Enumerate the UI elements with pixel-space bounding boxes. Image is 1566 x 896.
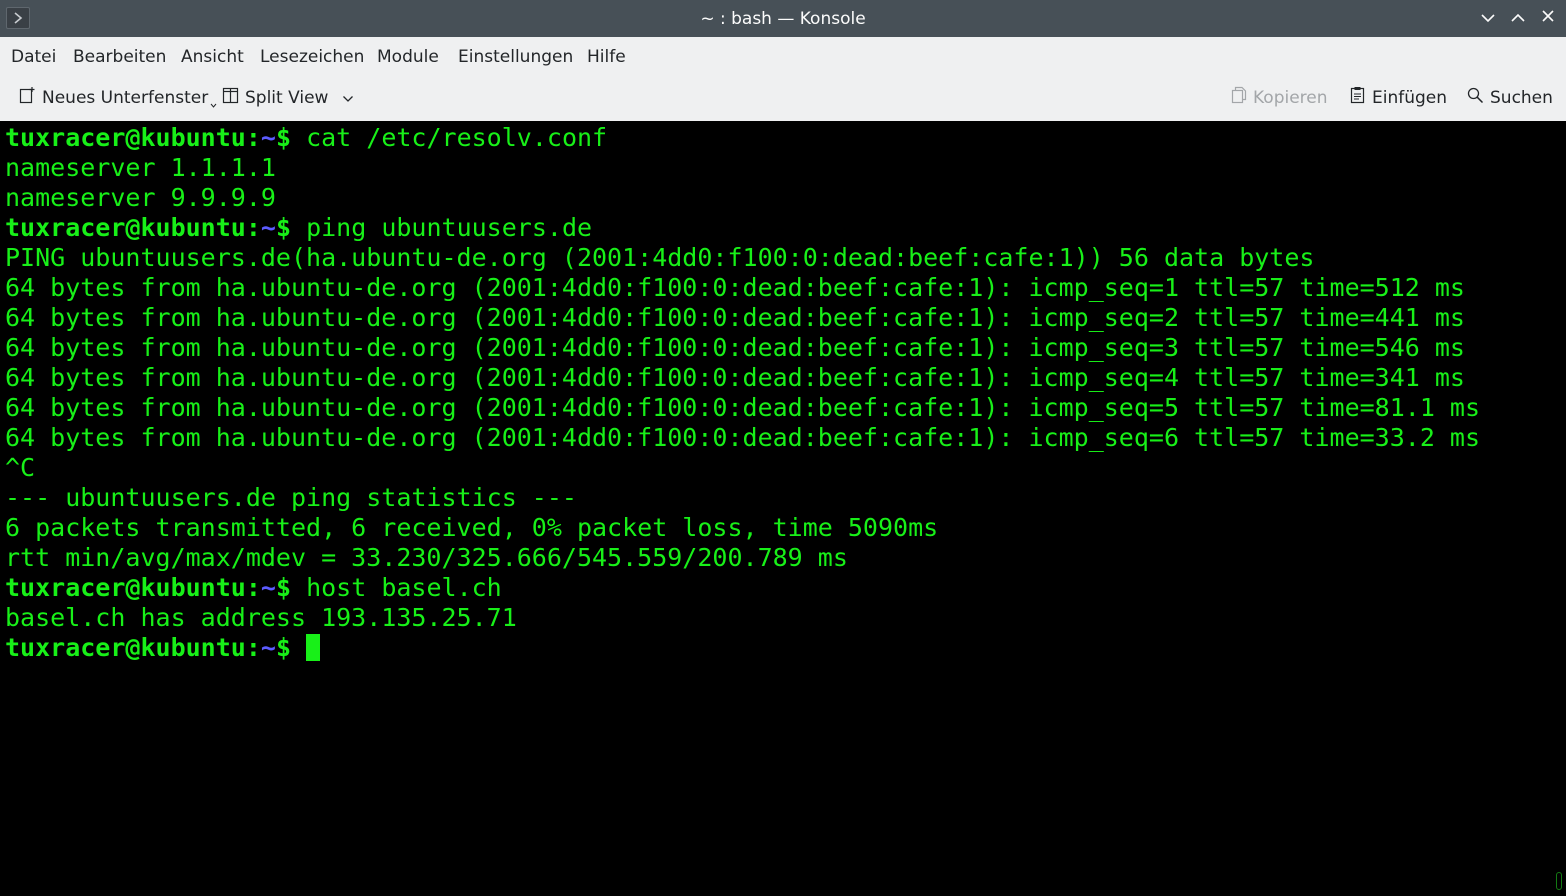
terminal-output-line: rtt min/avg/max/mdev = 33.230/325.666/54… — [5, 543, 848, 572]
menu-module[interactable]: Module — [377, 47, 439, 67]
window-title: ~ : bash — Konsole — [700, 9, 866, 29]
close-button[interactable] — [1537, 7, 1559, 29]
split-view-label: Split View — [245, 88, 329, 108]
paste-icon — [1350, 86, 1372, 110]
terminal-output-line: 64 bytes from ha.ubuntu-de.org (2001:4dd… — [5, 303, 1465, 332]
terminal-command — [291, 633, 306, 662]
terminal-output-line: 64 bytes from ha.ubuntu-de.org (2001:4dd… — [5, 363, 1465, 392]
split-view-icon — [222, 87, 245, 110]
menu-hilfe[interactable]: Hilfe — [587, 47, 626, 67]
prompt-user-host: tuxracer@kubuntu — [5, 573, 246, 602]
terminal-output-line: basel.ch has address 193.135.25.71 — [5, 603, 517, 632]
copy-button[interactable]: Kopieren — [1231, 86, 1328, 110]
minimize-button[interactable] — [1477, 7, 1499, 29]
terminal-output-line: 64 bytes from ha.ubuntu-de.org (2001:4dd… — [5, 333, 1465, 362]
prompt-path: ~ — [260, 213, 276, 242]
scrollbar-handle[interactable] — [1556, 872, 1562, 890]
terminal-cursor — [306, 634, 321, 661]
terminal-output-line: nameserver 9.9.9.9 — [5, 183, 276, 212]
maximize-button[interactable] — [1507, 7, 1529, 29]
chevron-down-icon — [342, 87, 360, 109]
new-tab-button[interactable]: Neues Unterfenster — [19, 87, 223, 109]
new-tab-icon — [19, 86, 42, 110]
terminal-output-line: --- ubuntuusers.de ping statistics --- — [5, 483, 577, 512]
terminal-prompt-line: tuxracer@kubuntu:~$ cat /etc/resolv.conf — [5, 123, 607, 153]
copy-label: Kopieren — [1253, 88, 1328, 108]
prompt-colon: : — [245, 573, 261, 602]
search-label: Suchen — [1490, 88, 1553, 108]
terminal-command: ping ubuntuusers.de — [291, 213, 593, 242]
search-icon — [1467, 87, 1490, 110]
menu-bearbeiten[interactable]: Bearbeiten — [73, 47, 166, 67]
terminal-prompt-line: tuxracer@kubuntu:~$ host basel.ch — [5, 573, 502, 603]
menu-lesezeichen[interactable]: Lesezeichen — [260, 47, 364, 67]
split-view-button[interactable]: Split View — [222, 87, 360, 109]
close-icon — [1541, 8, 1555, 28]
paste-button[interactable]: Einfügen — [1350, 87, 1447, 109]
prompt-user-host: tuxracer@kubuntu — [5, 123, 246, 152]
paste-label: Einfügen — [1372, 88, 1448, 108]
main-toolbar: Neues Unterfenster Split View Kopieren E… — [0, 76, 1566, 121]
terminal-output-line: 6 packets transmitted, 6 received, 0% pa… — [5, 513, 939, 542]
prompt-path: ~ — [260, 633, 276, 662]
terminal-output-line: nameserver 1.1.1.1 — [5, 153, 276, 182]
prompt-colon: : — [245, 633, 261, 662]
terminal-output-line: ^C — [5, 453, 36, 482]
terminal-output-line: 64 bytes from ha.ubuntu-de.org (2001:4dd… — [5, 393, 1481, 422]
terminal-view[interactable]: tuxracer@kubuntu:~$ cat /etc/resolv.conf… — [0, 121, 1566, 896]
terminal-output-line: 64 bytes from ha.ubuntu-de.org (2001:4dd… — [5, 273, 1465, 302]
prompt-dollar: $ — [275, 213, 292, 242]
prompt-dollar: $ — [275, 573, 292, 602]
terminal-prompt-line: tuxracer@kubuntu:~$ ping ubuntuusers.de — [5, 213, 592, 243]
chevron-down-icon — [1480, 8, 1496, 28]
terminal-command: cat /etc/resolv.conf — [291, 123, 608, 152]
copy-icon — [1231, 86, 1253, 110]
menu-bar: Datei Bearbeiten Ansicht Lesezeichen Mod… — [0, 37, 1566, 76]
prompt-user-host: tuxracer@kubuntu — [5, 633, 246, 662]
prompt-path: ~ — [260, 123, 276, 152]
prompt-colon: : — [245, 123, 261, 152]
menu-einstellungen[interactable]: Einstellungen — [458, 47, 573, 67]
prompt-dollar: $ — [275, 123, 292, 152]
prompt-path: ~ — [260, 573, 276, 602]
new-tab-label: Neues Unterfenster — [42, 88, 209, 108]
window-titlebar: ~ : bash — Konsole — [0, 0, 1566, 37]
menu-ansicht[interactable]: Ansicht — [181, 47, 244, 67]
prompt-dollar: $ — [275, 633, 292, 662]
terminal-prompt-line: tuxracer@kubuntu:~$ — [5, 633, 321, 663]
terminal-output-line: 64 bytes from ha.ubuntu-de.org (2001:4dd… — [5, 423, 1481, 452]
menu-datei[interactable]: Datei — [11, 47, 56, 67]
chevron-up-icon — [1510, 8, 1526, 28]
terminal-command: host basel.ch — [291, 573, 502, 602]
prompt-user-host: tuxracer@kubuntu — [5, 213, 246, 242]
search-button[interactable]: Suchen — [1467, 87, 1553, 109]
prompt-colon: : — [245, 213, 261, 242]
terminal-output-line: PING ubuntuusers.de(ha.ubuntu-de.org (20… — [5, 243, 1315, 272]
